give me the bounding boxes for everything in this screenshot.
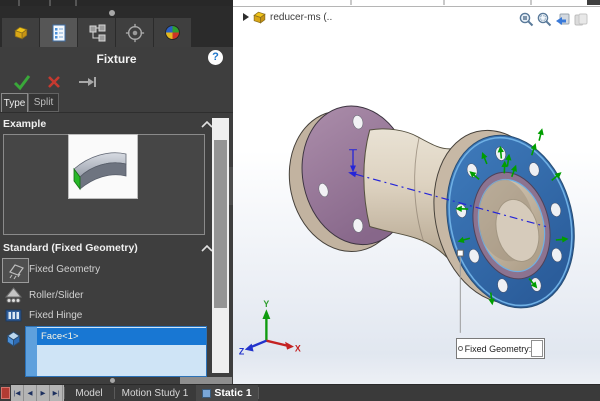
toolbar-separator xyxy=(530,0,532,5)
example-section-header[interactable]: Example xyxy=(0,116,233,133)
tab-displaymanager[interactable] xyxy=(154,18,191,47)
study-tab-bar: |◀ ◀ ▶ ▶| Model Motion Study 1 Static 1 xyxy=(0,384,600,401)
toolbar-corner xyxy=(587,0,600,5)
tab-static-1[interactable]: Static 1 xyxy=(196,385,258,401)
page-title: Fixture xyxy=(0,52,233,66)
displaymanager-sphere-icon xyxy=(163,23,182,42)
reducer-model[interactable]: Y X Z xyxy=(233,7,600,385)
tab-split[interactable]: Split xyxy=(28,93,59,112)
fixed-hinge-button[interactable] xyxy=(3,305,23,324)
panel-actions-row xyxy=(0,71,233,93)
tab-featuremanager[interactable] xyxy=(2,18,39,47)
tab-scroll-buttons: |◀ ◀ ▶ ▶| xyxy=(11,385,64,401)
callout-label: Fixed Geometry: xyxy=(465,344,532,354)
first-tab-button[interactable]: |◀ xyxy=(11,385,24,401)
selected-face-item[interactable]: Face<1> xyxy=(37,328,206,345)
property-manager-panel: Fixture ? Type Split Example xyxy=(0,6,233,377)
splitter-grip-dot xyxy=(109,10,115,16)
manager-tab-bar xyxy=(0,18,233,47)
panel-scrollbar[interactable] xyxy=(212,118,229,373)
panel-title-row: Fixture ? xyxy=(0,47,233,71)
faces-selection-listbox[interactable]: Face<1> xyxy=(25,326,207,377)
fixed-hinge-label[interactable]: Fixed Hinge xyxy=(29,310,82,321)
fixture-callout[interactable]: Fixed Geometry: xyxy=(456,338,545,359)
ok-check-icon[interactable] xyxy=(12,73,32,91)
roller-slider-label[interactable]: Roller/Slider xyxy=(29,290,83,301)
fixed-geometry-icon xyxy=(5,260,27,281)
panel-splitter-top[interactable] xyxy=(0,6,233,18)
toolbar-separator xyxy=(443,0,445,5)
callout-color-swatch[interactable] xyxy=(531,340,543,357)
standard-section-header[interactable]: Standard (Fixed Geometry) xyxy=(0,240,233,257)
example-header-label: Example xyxy=(3,118,46,130)
roller-slider-icon xyxy=(4,286,23,304)
fixture-subtabs: Type Split xyxy=(0,92,233,113)
tab-type[interactable]: Type xyxy=(1,93,28,112)
tab-static-label: Static 1 xyxy=(214,387,251,399)
triad-x-label: X xyxy=(295,344,301,354)
tree-icon xyxy=(87,23,107,43)
record-indicator xyxy=(1,387,10,399)
cancel-x-icon[interactable] xyxy=(46,74,62,90)
example-thumbnail xyxy=(68,134,138,199)
splitter-grip-dot xyxy=(110,378,115,383)
example-body xyxy=(3,134,205,235)
selection-listbox-stripe xyxy=(26,327,37,376)
fixed-geometry-label[interactable]: Fixed Geometry xyxy=(29,264,100,275)
tab-dimxpertmanager[interactable] xyxy=(116,18,153,47)
propertymanager-list-icon xyxy=(50,23,68,43)
face-cube-icon xyxy=(4,329,23,347)
next-tab-button[interactable]: ▶ xyxy=(37,385,50,401)
dimxpert-target-icon xyxy=(125,23,145,43)
study-icon xyxy=(202,389,211,398)
roller-slider-button[interactable] xyxy=(3,285,23,304)
fixed-geometry-button[interactable] xyxy=(2,258,29,283)
help-icon[interactable]: ? xyxy=(208,50,223,65)
last-tab-button[interactable]: ▶| xyxy=(50,385,63,401)
triad-z-label: Z xyxy=(239,346,245,356)
tab-propertymanager[interactable] xyxy=(40,18,77,47)
faces-selection-icon-wrap xyxy=(3,328,23,347)
tab-separator xyxy=(258,387,259,399)
fixture-example-slab-icon xyxy=(69,135,136,197)
fixed-hinge-icon xyxy=(4,306,23,324)
callout-handle-dot xyxy=(458,346,463,351)
scrollbar-thumb[interactable] xyxy=(214,140,227,308)
right-flange-selected[interactable] xyxy=(416,117,592,322)
tab-model[interactable]: Model xyxy=(64,385,114,401)
part-icon xyxy=(13,25,29,41)
standard-header-label: Standard (Fixed Geometry) xyxy=(3,242,138,254)
graphics-viewport[interactable]: reducer-ms (.. xyxy=(233,6,600,384)
orientation-triad: Y X Z xyxy=(239,299,301,356)
scroll-corner xyxy=(180,377,232,384)
tab-configurationmanager[interactable] xyxy=(78,18,115,47)
tab-motion-study[interactable]: Motion Study 1 xyxy=(114,385,196,401)
triad-y-label: Y xyxy=(263,299,269,309)
prev-tab-button[interactable]: ◀ xyxy=(24,385,37,401)
toolbar-separator xyxy=(350,0,352,5)
keep-visible-pin-icon[interactable] xyxy=(78,75,98,89)
